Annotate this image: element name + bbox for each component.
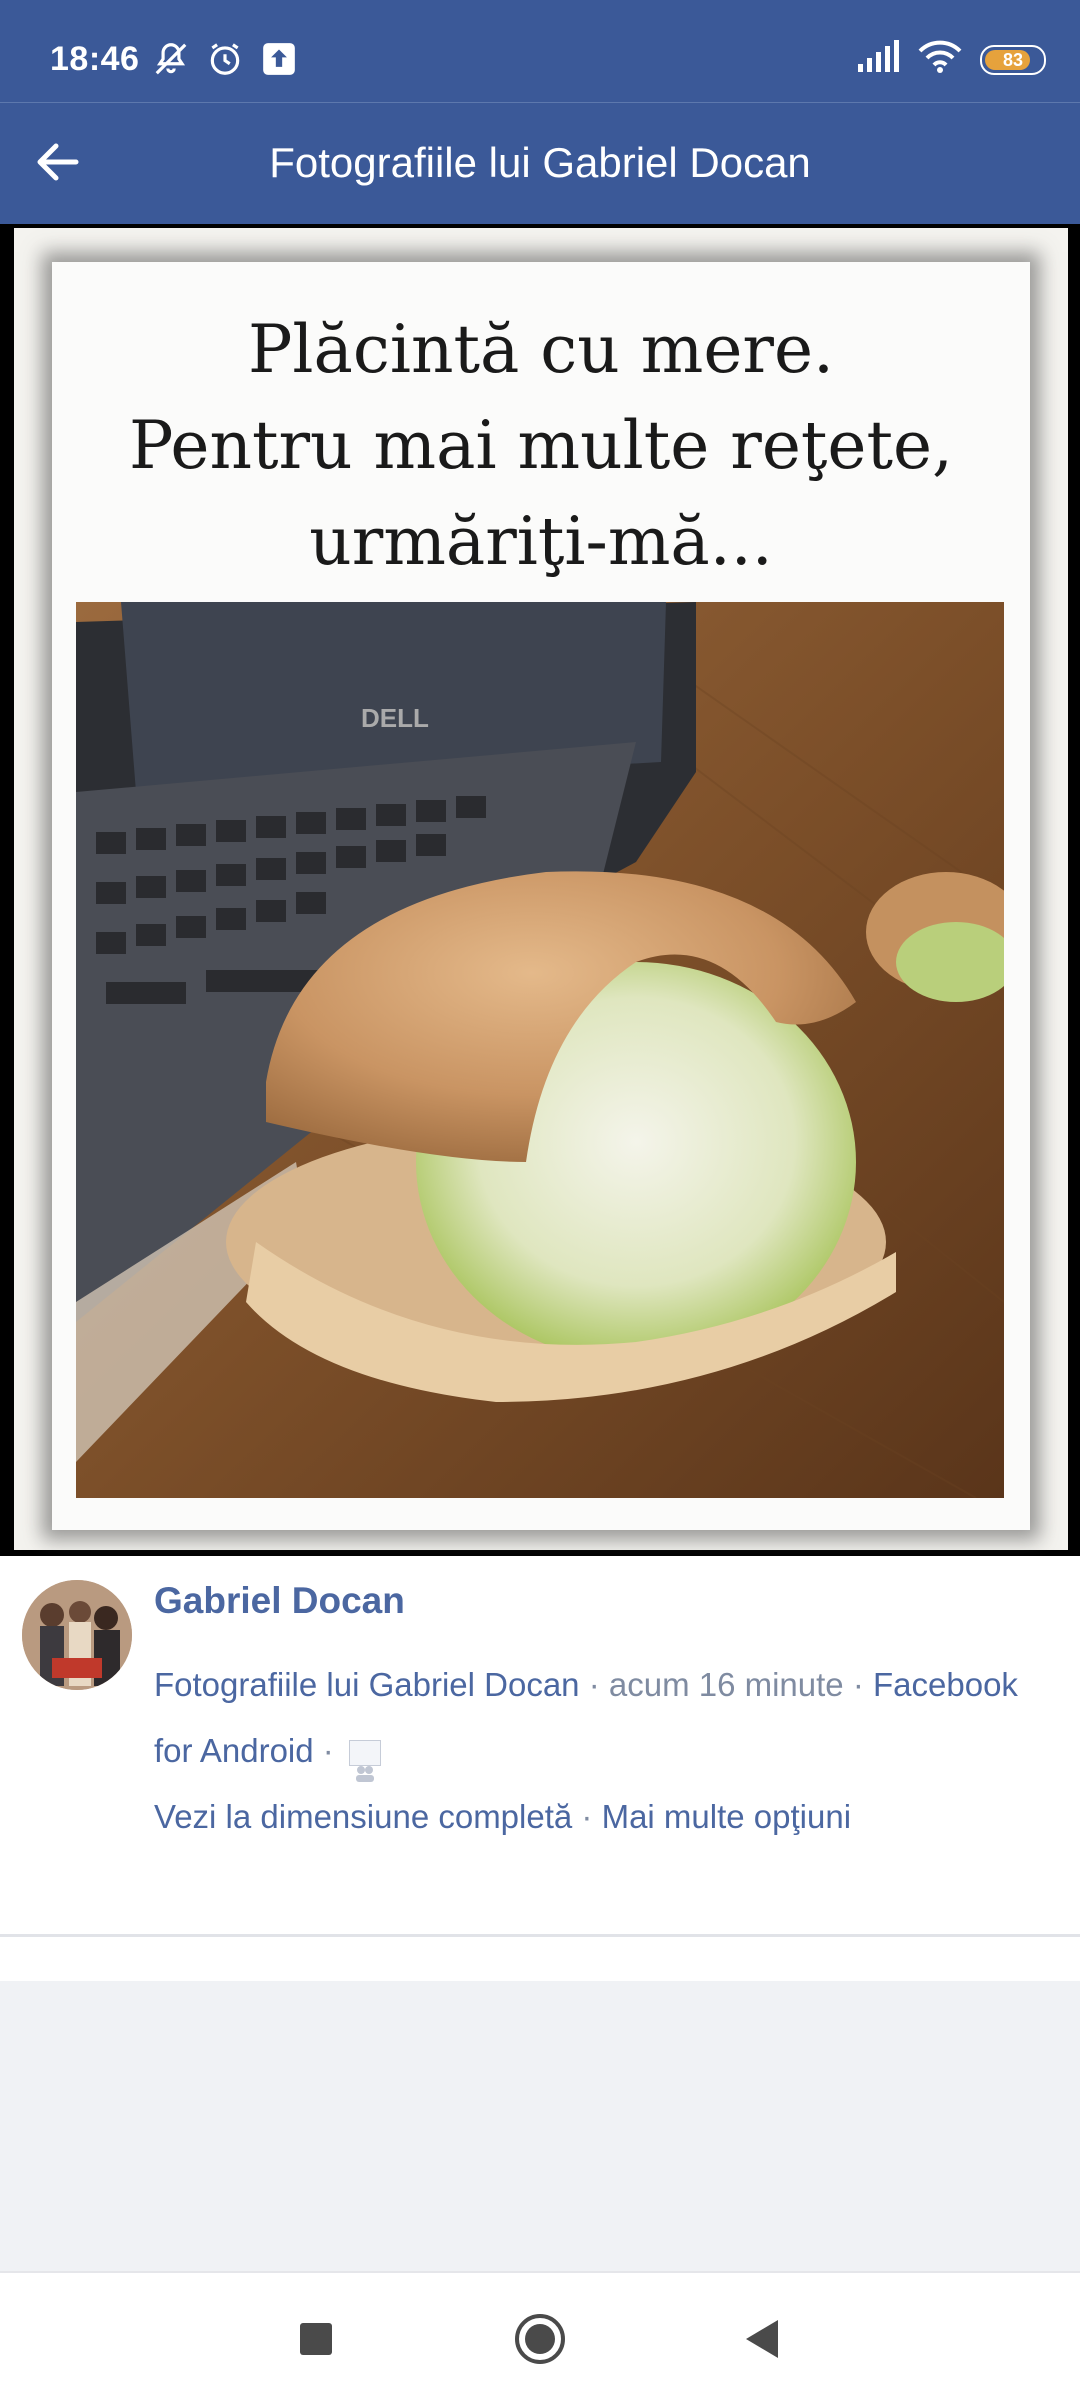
post-meta: Fotografiile lui Gabriel Docan · acum 16… <box>154 1652 1054 1850</box>
status-time: 18:46 <box>50 40 140 78</box>
divider <box>0 1934 1080 1937</box>
caption-line-1: Plăcintă cu mere. <box>248 311 834 388</box>
signal-icon <box>856 40 900 79</box>
system-nav-bar <box>0 2271 1080 2400</box>
wifi-icon <box>918 40 962 79</box>
battery-icon: 83 <box>980 44 1046 75</box>
caption-line-2: Pentru mai multe reţete, <box>128 407 954 484</box>
meta-separator: · <box>572 1798 602 1835</box>
meta-separator: · <box>313 1732 343 1769</box>
empty-comments-area <box>0 1981 1080 2271</box>
author-avatar[interactable] <box>22 1580 132 1690</box>
meta-separator: · <box>579 1666 609 1703</box>
more-options-link[interactable]: Mai multe opţiuni <box>602 1798 851 1835</box>
battery-percent: 83 <box>1002 49 1024 70</box>
audience-friends-icon[interactable] <box>348 1740 381 1783</box>
post-info: Gabriel Docan Fotografiile lui Gabriel D… <box>0 1556 1080 1936</box>
full-size-link[interactable]: Vezi la dimensiune completă <box>154 1798 572 1835</box>
album-link[interactable]: Fotografiile lui Gabriel Docan <box>154 1666 580 1703</box>
mute-icon <box>152 40 190 83</box>
app-bar: Fotografiile lui Gabriel Docan <box>0 102 1080 224</box>
status-bar: 18:46 83 <box>0 0 1080 102</box>
caption-line-3: urmăriţi-mă... <box>309 503 773 580</box>
status-icons-right: 83 <box>856 40 1046 79</box>
photo-viewer[interactable]: Plăcintă cu mere. Pentru mai multe reţet… <box>0 224 1080 1556</box>
post-timestamp[interactable]: acum 16 minute <box>609 1666 844 1703</box>
triangle-back-icon <box>746 2320 778 2358</box>
photo-image-apple-sandwich: DELL <box>76 602 1004 1498</box>
back-nav-button[interactable] <box>732 2309 792 2369</box>
upload-icon <box>260 40 298 83</box>
status-icons-left <box>152 40 298 83</box>
laptop-brand: DELL <box>361 703 429 733</box>
alarm-icon <box>206 40 244 83</box>
home-button[interactable] <box>510 2309 570 2369</box>
square-icon <box>300 2323 332 2355</box>
circle-home-icon <box>515 2314 565 2364</box>
meta-separator: · <box>843 1666 873 1703</box>
photo-caption: Plăcintă cu mere. Pentru mai multe reţet… <box>112 302 970 590</box>
photo: Plăcintă cu mere. Pentru mai multe reţet… <box>14 228 1068 1550</box>
recents-button[interactable] <box>286 2309 346 2369</box>
page-title: Fotografiile lui Gabriel Docan <box>269 139 811 186</box>
author-name-link[interactable]: Gabriel Docan <box>154 1580 405 1622</box>
